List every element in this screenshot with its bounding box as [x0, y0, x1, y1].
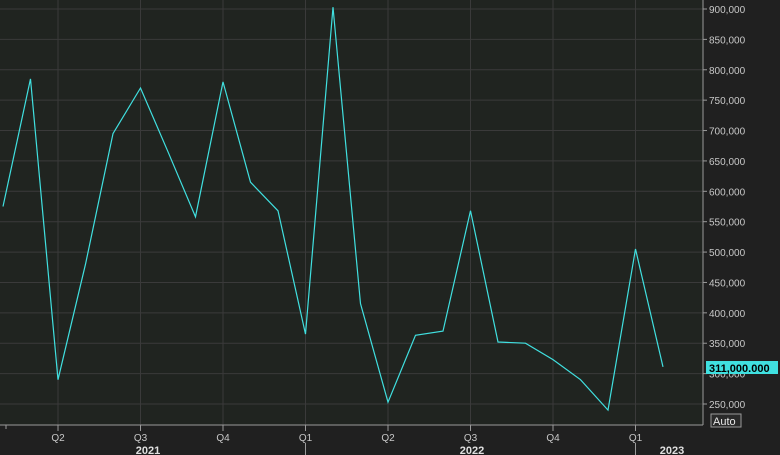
- year-label: 2021: [136, 445, 160, 455]
- y-tick-label: 550,000: [709, 218, 746, 229]
- y-tick-label: 800,000: [709, 66, 746, 77]
- y-tick-label: 900,000: [709, 5, 746, 16]
- auto-scale-label[interactable]: Auto: [713, 416, 736, 428]
- y-tick-label: 650,000: [709, 157, 746, 168]
- year-label: 2022: [460, 445, 484, 455]
- x-tick-label: Q2: [381, 433, 395, 444]
- y-tick-label: 750,000: [709, 96, 746, 107]
- y-tick-label: 350,000: [709, 339, 746, 350]
- chart: 900,000 850,000 800,000 750,000 700,000 650,0…: [0, 0, 780, 455]
- x-tick-label: Q4: [546, 433, 560, 444]
- x-tick-label: Q4: [216, 433, 230, 444]
- y-tick-label: 600,000: [709, 187, 746, 198]
- x-tick-label: Q1: [299, 433, 313, 444]
- y-tick-label: 850,000: [709, 35, 746, 46]
- y-tick-label: 700,000: [709, 127, 746, 138]
- x-tick-label: Q1: [629, 433, 643, 444]
- y-tick-label: 500,000: [709, 248, 746, 259]
- year-label: 2023: [660, 445, 684, 455]
- y-tick-label: 450,000: [709, 278, 746, 289]
- last-value-label: 311,000.000: [709, 363, 770, 375]
- x-tick-label: Q2: [51, 433, 65, 444]
- x-tick-label: Q3: [464, 433, 478, 444]
- x-tick-label: Q3: [134, 433, 148, 444]
- y-tick-label: 400,000: [709, 309, 746, 320]
- y-tick-label: 250,000: [709, 400, 746, 411]
